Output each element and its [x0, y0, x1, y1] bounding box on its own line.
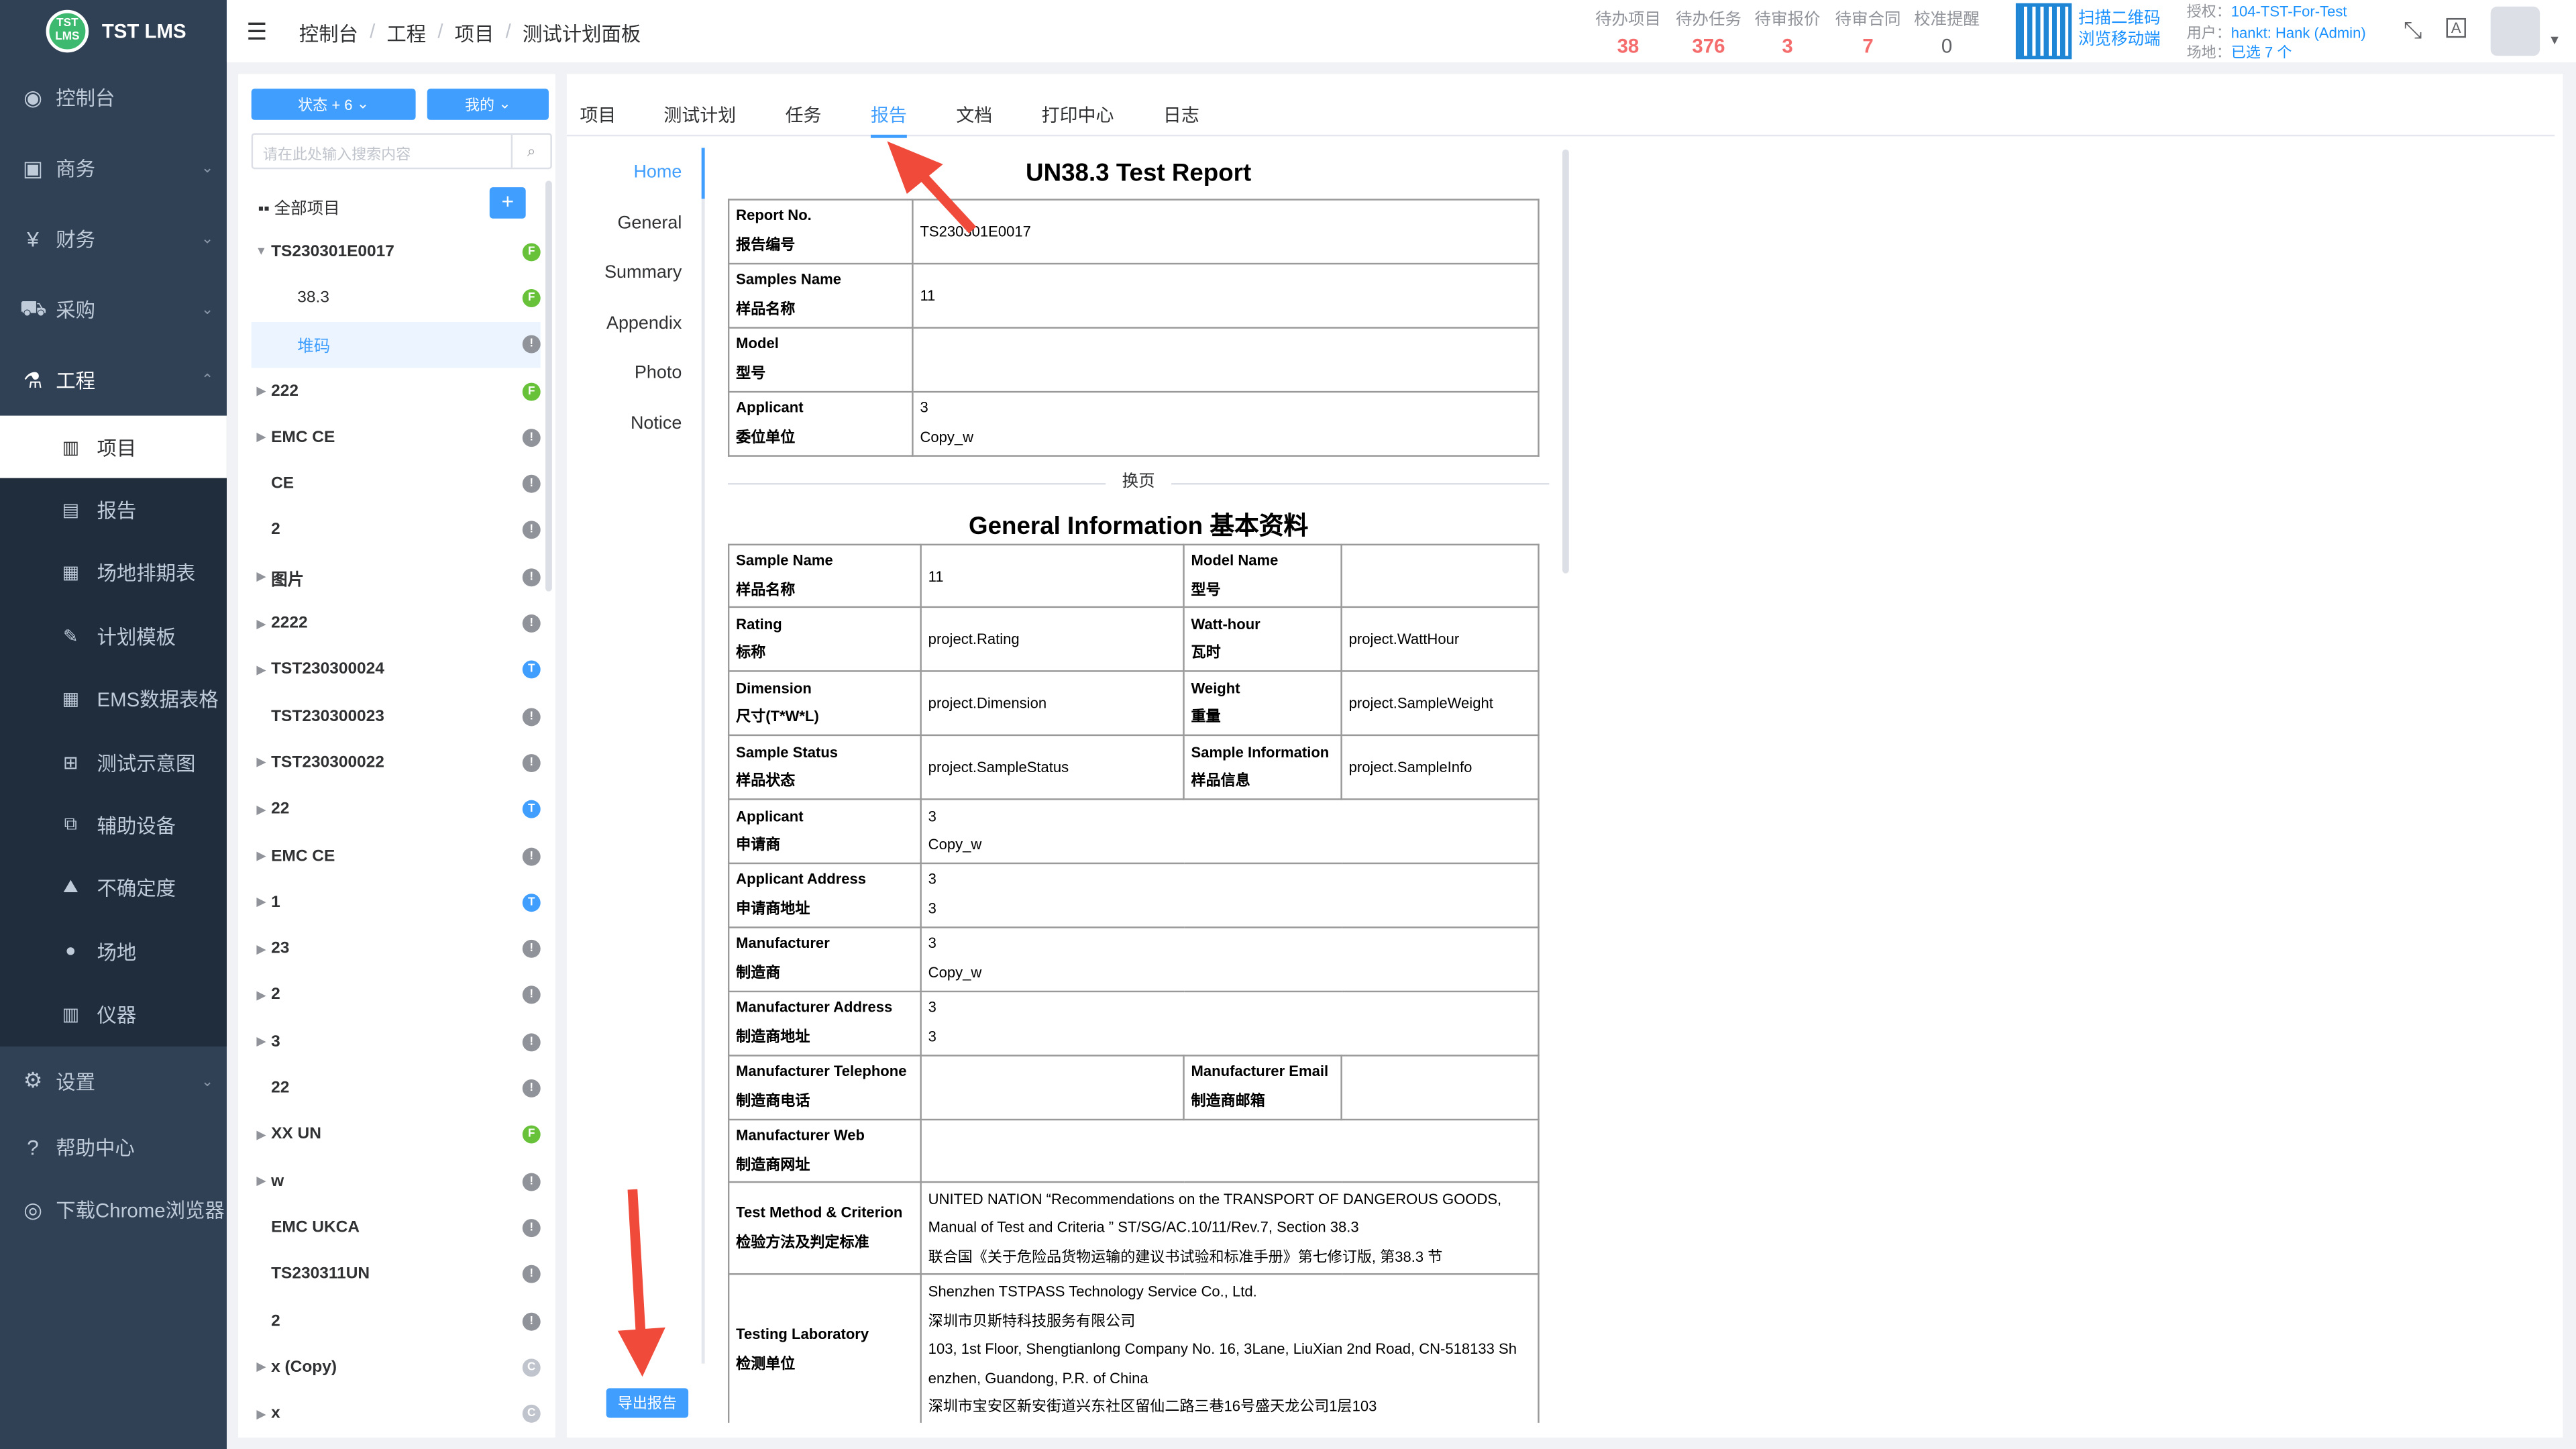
- arrow-to-export-button: [617, 1189, 665, 1377]
- annotation-arrows: [617, 141, 977, 1377]
- arrow-to-report-tab: [887, 141, 977, 233]
